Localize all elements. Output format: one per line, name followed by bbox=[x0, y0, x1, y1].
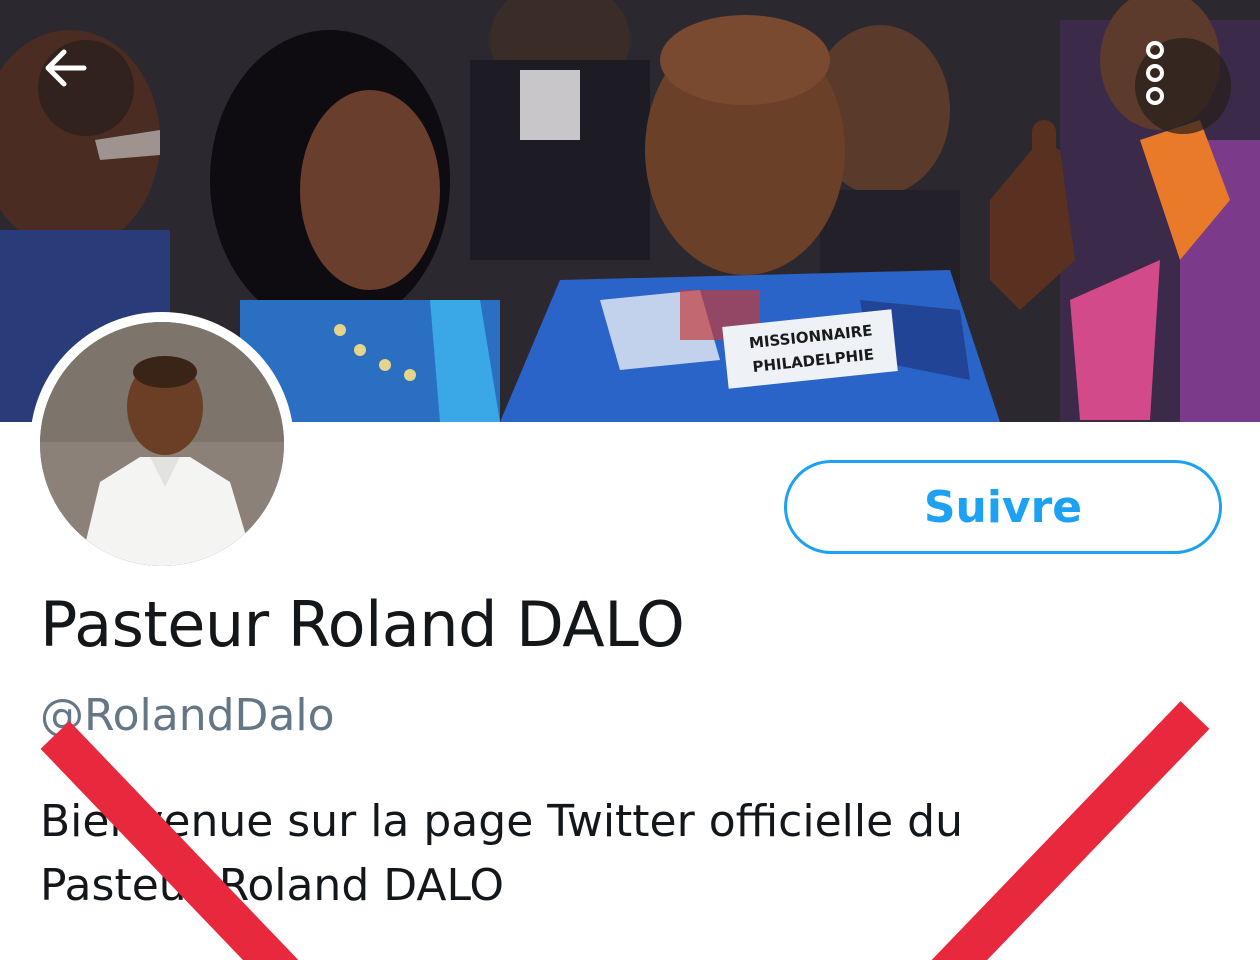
more-vertical-icon bbox=[1146, 41, 1164, 105]
handle[interactable]: @RolandDalo bbox=[40, 690, 335, 741]
back-button[interactable] bbox=[38, 40, 134, 136]
more-options-button[interactable] bbox=[1135, 38, 1231, 134]
display-name: Pasteur Roland DALO bbox=[40, 588, 685, 661]
avatar-photo bbox=[40, 322, 284, 566]
bio: Bienvenue sur la page Twitter officielle… bbox=[40, 796, 963, 911]
follow-button[interactable]: Suivre bbox=[784, 460, 1222, 554]
avatar[interactable] bbox=[40, 322, 284, 566]
arrow-left-icon bbox=[45, 49, 87, 87]
